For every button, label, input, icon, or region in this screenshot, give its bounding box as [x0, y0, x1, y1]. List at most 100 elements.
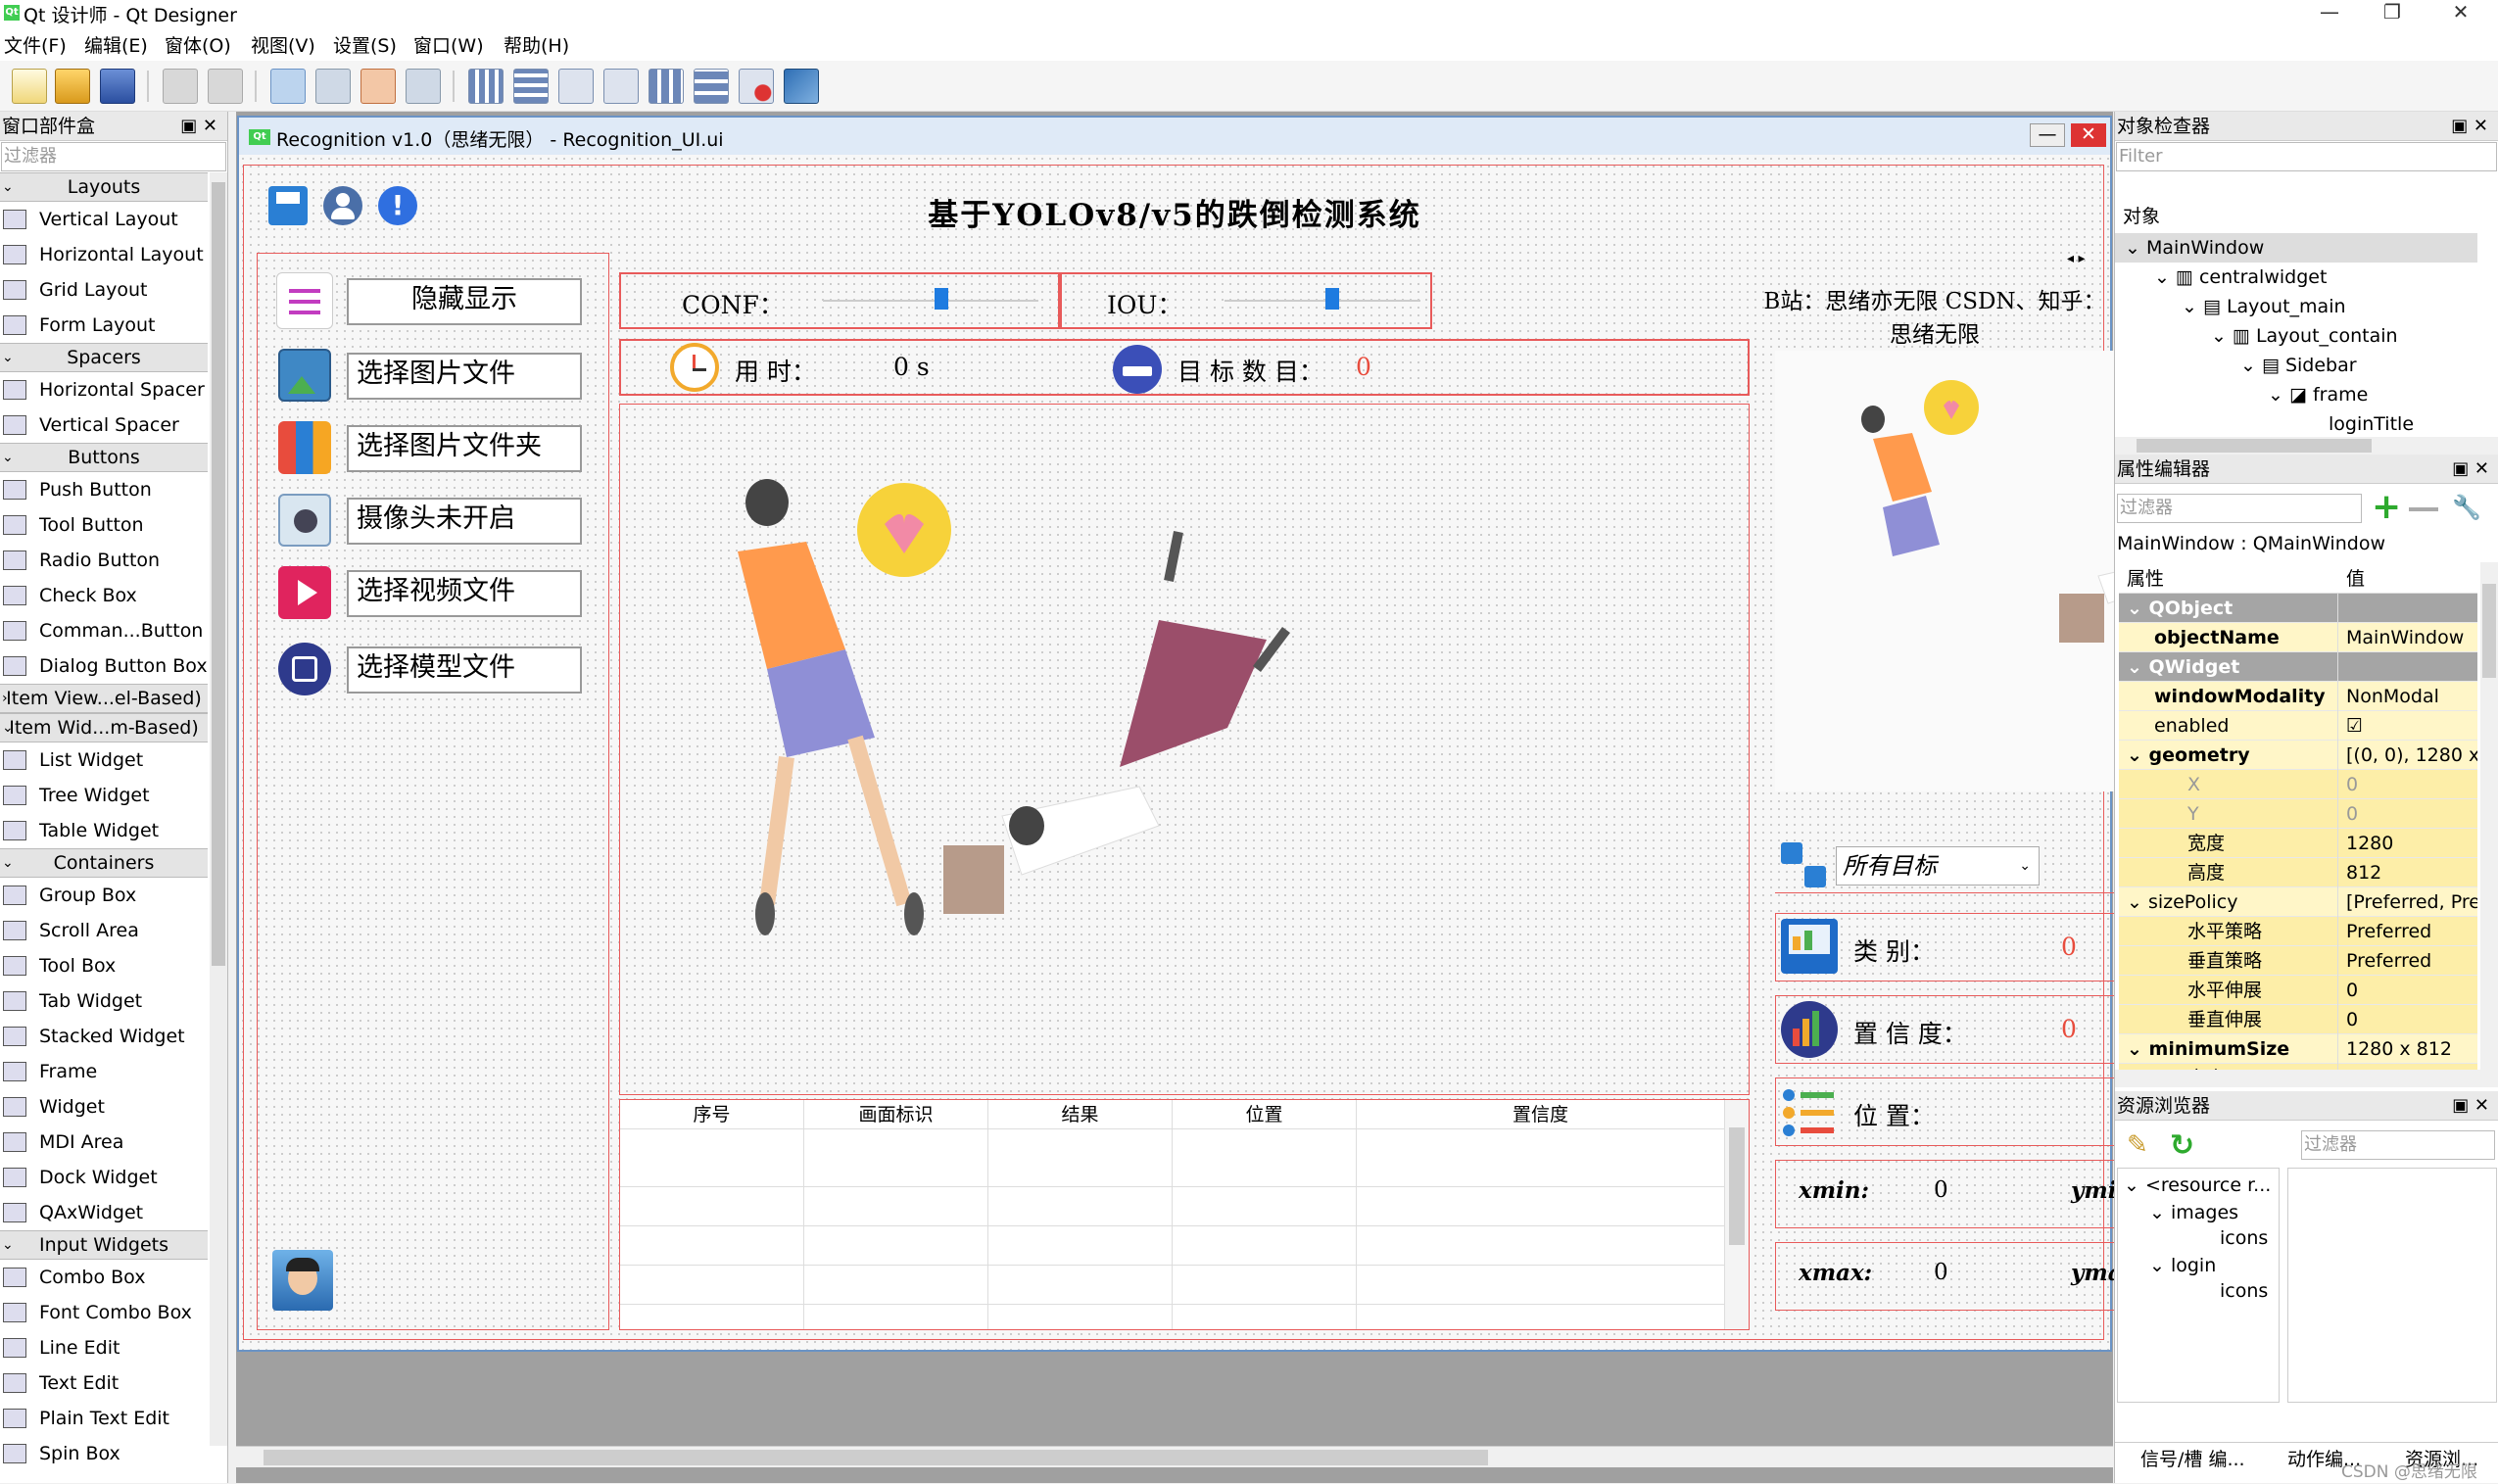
widget-category[interactable]: ⌄ Input Widgets — [0, 1230, 208, 1260]
property-row[interactable]: ⌄ sizePolicy[Preferred, Pre... — [2119, 887, 2477, 917]
table-header-cell[interactable]: 结果 — [988, 1100, 1173, 1329]
minimize-button[interactable]: — — [2298, 0, 2361, 25]
tab-signals-slots[interactable]: 信号/槽 编... — [2140, 1443, 2245, 1476]
layout-horizontal-icon[interactable] — [468, 69, 504, 104]
property-row[interactable]: X0 — [2119, 770, 2477, 799]
property-row[interactable]: windowModality NonModal — [2119, 682, 2477, 711]
widget-item[interactable]: Vertical Layout — [0, 202, 208, 237]
widget-item[interactable]: Table Widget — [0, 813, 208, 848]
adjust-size-icon[interactable] — [784, 69, 819, 104]
tree-item-layout-contain[interactable]: ⌄ ▥ Layout_contain — [2211, 321, 2398, 351]
target-filter-combo[interactable]: 所有目标 ⌄ — [1836, 846, 2040, 886]
layout-grid-icon[interactable] — [649, 69, 684, 104]
property-row[interactable]: Y0 — [2119, 799, 2477, 829]
form-close-button[interactable]: ✕ — [2071, 123, 2106, 147]
widget-item[interactable]: Form Layout — [0, 308, 208, 343]
property-row[interactable]: enabled ☑ — [2119, 711, 2477, 741]
bring-front-icon[interactable] — [208, 69, 243, 104]
widget-item[interactable]: Tool Button — [0, 507, 208, 543]
widget-item[interactable]: Tool Box — [0, 948, 208, 983]
panel-float-close-icon[interactable]: ▣ ✕ — [2452, 455, 2489, 484]
select-image-button[interactable]: 选择图片文件 — [347, 353, 582, 400]
table-header-cell[interactable]: 位置 — [1173, 1100, 1357, 1329]
widget-item[interactable]: Spin Box — [0, 1436, 208, 1465]
form-minimize-button[interactable]: — — [2030, 123, 2065, 147]
resource-icons-1[interactable]: icons — [2220, 1223, 2268, 1253]
edit-signals-icon[interactable] — [315, 69, 351, 104]
remove-property-icon[interactable] — [2409, 507, 2438, 511]
property-row[interactable]: 高度 812 — [2119, 858, 2477, 887]
widget-list-scrollbar[interactable] — [210, 172, 227, 1446]
menu-icon[interactable] — [276, 272, 333, 329]
widget-item[interactable]: Line Edit — [0, 1330, 208, 1365]
layout-form-icon[interactable] — [694, 69, 729, 104]
tree-item-layout-main[interactable]: ⌄ ▤ Layout_main — [2182, 292, 2346, 321]
widget-filter-input[interactable]: 过滤器 — [1, 142, 226, 171]
panel-float-close-icon[interactable]: ▣ ✕ — [180, 112, 217, 141]
property-row[interactable]: objectName MainWindow — [2119, 623, 2477, 652]
property-row[interactable]: 水平策略 Preferred — [2119, 917, 2477, 946]
table-scrollbar[interactable] — [1725, 1100, 1749, 1329]
widget-category[interactable]: ⌄ Layouts — [0, 172, 208, 202]
widget-item[interactable]: Push Button — [0, 472, 208, 507]
widget-category[interactable]: ⌄ Item Wid...m-Based) — [0, 713, 208, 742]
resource-login[interactable]: ⌄ login — [2149, 1251, 2216, 1280]
widget-item[interactable]: Tab Widget — [0, 983, 208, 1019]
widget-item[interactable]: Combo Box — [0, 1260, 208, 1295]
widget-item[interactable]: Grid Layout — [0, 272, 208, 308]
widget-item[interactable]: Scroll Area — [0, 913, 208, 948]
widget-category[interactable]: ⌄ Containers — [0, 848, 208, 878]
tree-item-mainwindow[interactable]: ⌄ MainWindow — [2115, 233, 2477, 263]
hide-show-button[interactable]: 隐藏显示 — [347, 278, 582, 325]
object-tree-h-scrollbar[interactable] — [2115, 437, 2498, 455]
tree-item-frame[interactable]: ⌄ ◪ frame — [2268, 380, 2368, 409]
table-header-cell[interactable]: 序号 — [620, 1100, 804, 1329]
resource-root[interactable]: ⌄ <resource r... — [2124, 1171, 2271, 1200]
select-model-button[interactable]: 选择模型文件 — [347, 646, 582, 694]
widget-category[interactable]: ⌄ Buttons — [0, 443, 208, 472]
property-row[interactable]: 水平伸展 0 — [2119, 976, 2477, 1005]
maximize-button[interactable]: ❐ — [2361, 0, 2424, 25]
layout-v-splitter-icon[interactable] — [603, 69, 639, 104]
splitter-arrows-icon[interactable]: ◂ ▸ — [2067, 251, 2086, 266]
widget-item[interactable]: Check Box — [0, 578, 208, 613]
widget-item[interactable]: Horizontal Layout — [0, 237, 208, 272]
tree-item-logintitle[interactable]: loginTitle — [2329, 409, 2414, 439]
reload-icon[interactable]: ↻ — [2170, 1128, 2201, 1163]
widget-item[interactable]: MDI Area — [0, 1125, 208, 1160]
property-row[interactable]: 垂直伸展 0 — [2119, 1005, 2477, 1034]
object-filter-input[interactable]: Filter — [2116, 142, 2497, 171]
close-button[interactable]: ✕ — [2429, 0, 2492, 25]
results-table[interactable]: 序号 画面标识 结果 位置 置信度 — [619, 1099, 1750, 1330]
pencil-icon[interactable]: ✎ — [2127, 1130, 2156, 1160]
property-scrollbar[interactable] — [2480, 562, 2498, 1072]
menu-window[interactable]: 窗口(W) — [413, 31, 484, 58]
table-header-cell[interactable]: 画面标识 — [804, 1100, 988, 1329]
widget-item[interactable]: Text Edit — [0, 1365, 208, 1401]
break-layout-icon[interactable] — [739, 69, 774, 104]
widget-item[interactable]: Font Combo Box — [0, 1295, 208, 1330]
menu-form[interactable]: 窗体(O) — [165, 31, 231, 58]
property-h-scrollbar[interactable] — [2115, 1070, 2498, 1087]
property-row[interactable]: ⌄ QObject — [2119, 594, 2477, 623]
property-row[interactable]: ⌄ minimumSize 1280 x 812 — [2119, 1034, 2477, 1064]
select-folder-button[interactable]: 选择图片文件夹 — [347, 425, 582, 472]
widget-item[interactable]: Comman...Button — [0, 613, 208, 648]
table-header-cell[interactable]: 置信度 — [1357, 1100, 1725, 1329]
conf-slider-track[interactable] — [823, 300, 1038, 302]
layout-vertical-icon[interactable] — [513, 69, 549, 104]
resource-filter-input[interactable]: 过滤器 — [2301, 1130, 2495, 1160]
menu-help[interactable]: 帮助(H) — [504, 31, 569, 58]
edit-widgets-icon[interactable] — [270, 69, 306, 104]
conf-slider-handle[interactable] — [935, 288, 948, 310]
wrench-icon[interactable]: 🔧 — [2452, 494, 2481, 523]
camera-button[interactable]: 摄像头未开启 — [347, 498, 582, 545]
property-filter-input[interactable]: 过滤器 — [2117, 494, 2362, 523]
mdi-h-scrollbar[interactable] — [236, 1446, 2113, 1467]
panel-float-close-icon[interactable]: ▣ ✕ — [2451, 112, 2488, 141]
widget-category[interactable]: ⌄ Spacers — [0, 343, 208, 372]
resource-icons-2[interactable]: icons — [2220, 1276, 2268, 1306]
select-video-button[interactable]: 选择视频文件 — [347, 570, 582, 617]
widget-item[interactable]: Vertical Spacer — [0, 407, 208, 443]
open-folder-icon[interactable] — [55, 69, 90, 104]
